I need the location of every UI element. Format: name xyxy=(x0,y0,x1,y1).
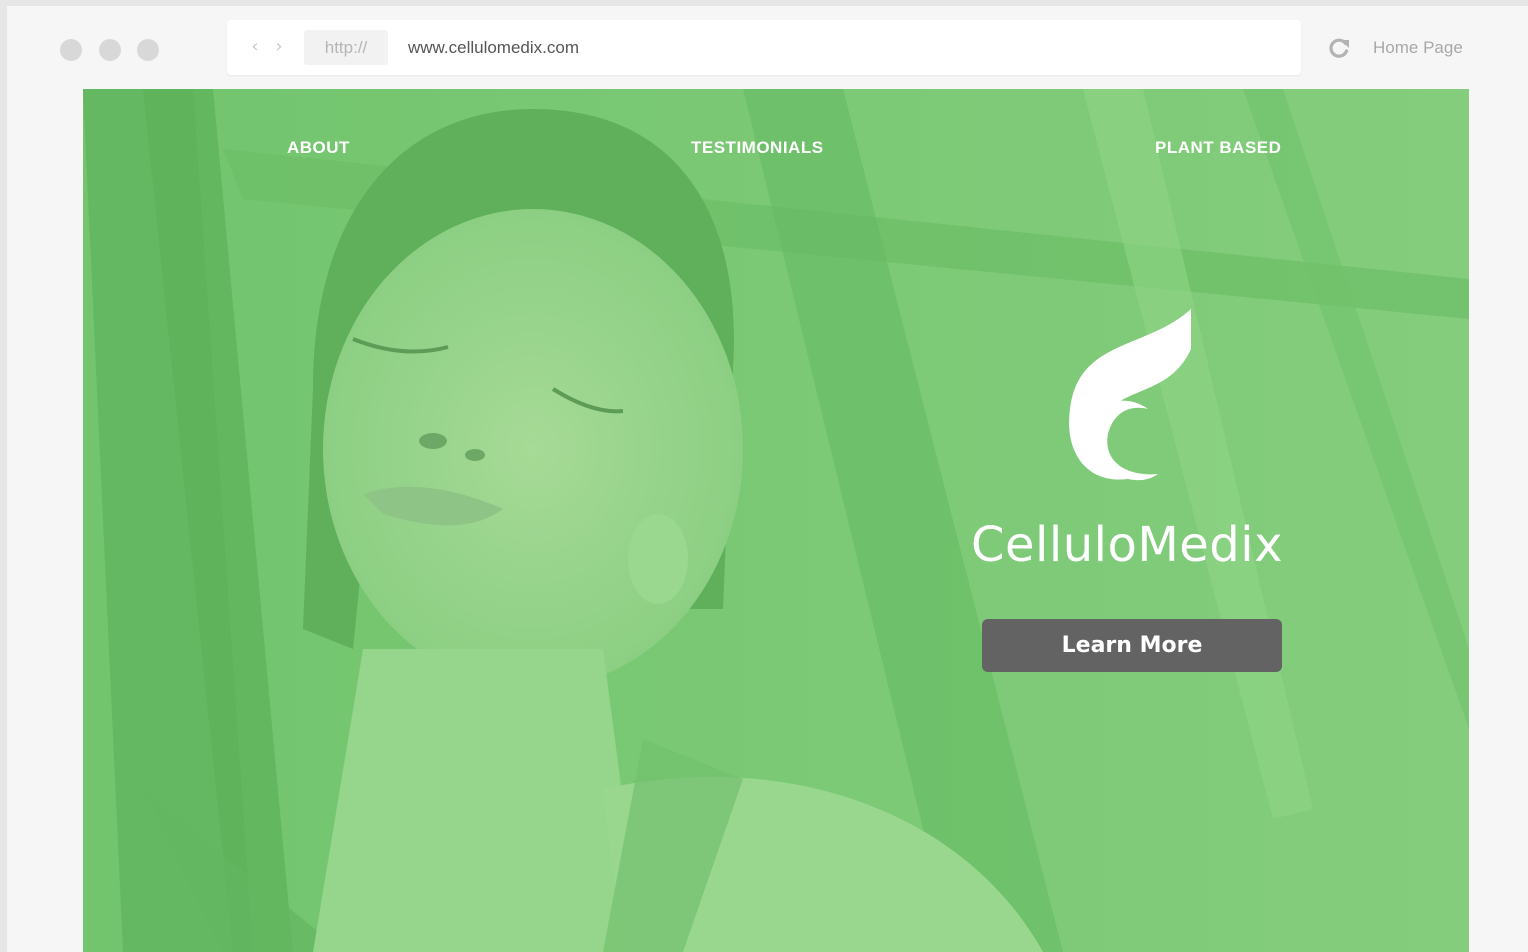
nav-plant-based[interactable]: PLANT BASED xyxy=(1155,137,1281,159)
home-page-link[interactable]: Home Page xyxy=(1373,34,1463,62)
nav-about[interactable]: ABOUT xyxy=(287,137,350,159)
nav-testimonials[interactable]: TESTIMONIALS xyxy=(691,137,824,159)
forward-arrow-icon[interactable]: › xyxy=(271,37,287,57)
window-maximize-dot[interactable] xyxy=(137,39,159,61)
window-close-dot[interactable] xyxy=(60,39,82,61)
browser-toolbar: ‹ › http:// www.cellulomedix.com Home Pa… xyxy=(7,6,1528,89)
url-scheme: http:// xyxy=(304,30,388,65)
back-arrow-icon[interactable]: ‹ xyxy=(247,37,263,57)
url-text[interactable]: www.cellulomedix.com xyxy=(408,30,579,65)
reload-icon[interactable] xyxy=(1325,34,1353,62)
leaf-logo-icon xyxy=(1069,309,1191,481)
brand-name: CelluloMedix xyxy=(971,517,1283,573)
window-minimize-dot[interactable] xyxy=(99,39,121,61)
learn-more-button[interactable]: Learn More xyxy=(982,619,1282,672)
browser-window: ‹ › http:// www.cellulomedix.com Home Pa… xyxy=(7,6,1528,952)
address-bar[interactable]: ‹ › http:// www.cellulomedix.com xyxy=(227,20,1301,75)
website-hero: ABOUT TESTIMONIALS PLANT BASED CelluloMe… xyxy=(83,89,1469,952)
